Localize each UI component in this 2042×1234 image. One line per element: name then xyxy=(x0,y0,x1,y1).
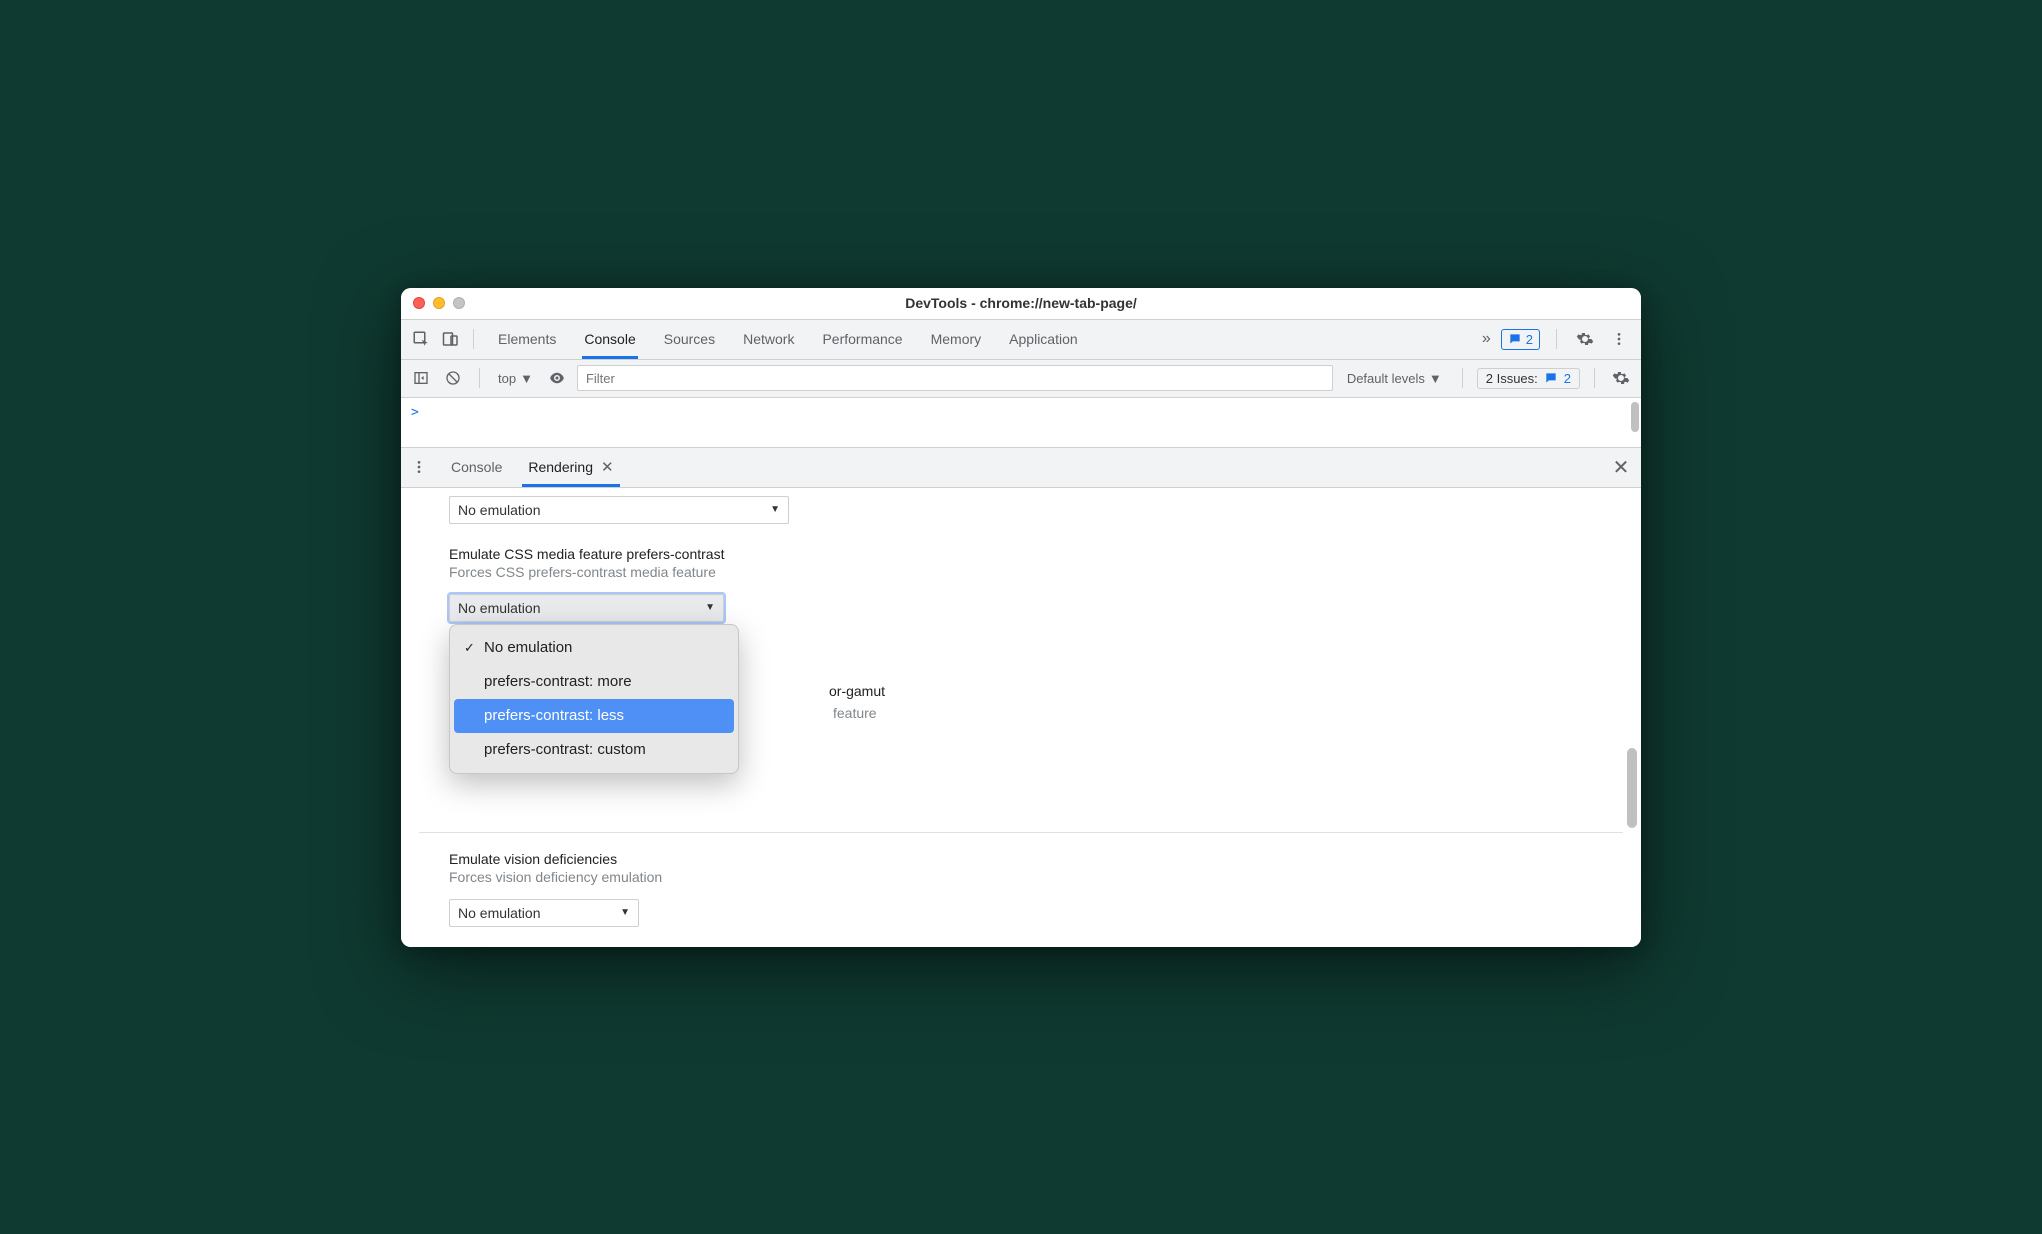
more-options-icon[interactable] xyxy=(1607,327,1631,351)
drawer-tabstrip: Console Rendering ✕ ✕ xyxy=(401,448,1641,488)
vision-deficiency-select[interactable]: No emulation ▼ xyxy=(449,899,639,927)
close-window-button[interactable] xyxy=(413,297,425,309)
drawer-tab-label: Rendering xyxy=(528,459,593,475)
console-settings-gear-icon[interactable] xyxy=(1609,366,1633,390)
message-icon xyxy=(1508,332,1522,346)
color-gamut-desc-partial: feature xyxy=(833,705,877,721)
divider xyxy=(1462,368,1463,388)
select-wrapper: No emulation ▼ xyxy=(449,899,1623,927)
divider xyxy=(473,329,474,349)
issues-label: 2 Issues: xyxy=(1486,371,1538,386)
message-icon xyxy=(1544,371,1558,385)
tab-console[interactable]: Console xyxy=(584,320,635,359)
section-divider xyxy=(419,832,1623,833)
tab-network[interactable]: Network xyxy=(743,320,794,359)
drawer-tab-console[interactable]: Console xyxy=(441,448,512,487)
select-wrapper: No emulation ▼ No emulation prefers-cont… xyxy=(449,594,1623,622)
rendering-pane: No emulation ▼ Emulate CSS media feature… xyxy=(401,488,1641,947)
tab-sources[interactable]: Sources xyxy=(664,320,715,359)
top-select-wrap: No emulation ▼ xyxy=(449,496,1623,524)
select-value: No emulation xyxy=(458,502,541,518)
drawer-tab-label: Console xyxy=(451,459,502,475)
window-controls xyxy=(413,297,465,309)
tab-elements[interactable]: Elements xyxy=(498,320,556,359)
prefers-contrast-dropdown: No emulation prefers-contrast: more pref… xyxy=(449,624,739,774)
drawer-more-icon[interactable] xyxy=(407,455,431,479)
scrollbar-thumb[interactable] xyxy=(1627,748,1637,828)
dropdown-option[interactable]: prefers-contrast: custom xyxy=(454,733,734,767)
prefers-contrast-select[interactable]: No emulation ▼ xyxy=(449,594,724,622)
main-tabs: Elements Console Sources Network Perform… xyxy=(482,320,1480,359)
settings-gear-icon[interactable] xyxy=(1573,327,1597,351)
dropdown-option[interactable]: prefers-contrast: less xyxy=(454,699,734,733)
select-value: No emulation xyxy=(458,600,541,616)
messages-count: 2 xyxy=(1526,332,1533,347)
issues-count: 2 xyxy=(1564,371,1571,386)
levels-label: Default levels xyxy=(1347,371,1425,386)
dropdown-caret-icon: ▼ xyxy=(770,504,780,515)
issues-badge[interactable]: 2 Issues: 2 xyxy=(1477,368,1580,389)
scrollbar-thumb[interactable] xyxy=(1631,402,1639,432)
dropdown-caret-icon: ▼ xyxy=(520,371,533,386)
console-prompt-icon: > xyxy=(411,405,419,420)
context-selector[interactable]: top ▼ xyxy=(494,371,537,386)
device-toolbar-icon[interactable] xyxy=(437,325,465,353)
dropdown-caret-icon: ▼ xyxy=(705,602,715,613)
section-description: Forces vision deficiency emulation xyxy=(449,869,1623,885)
section-description: Forces CSS prefers-contrast media featur… xyxy=(449,564,1623,580)
close-tab-icon[interactable]: ✕ xyxy=(601,458,614,476)
rendering-select[interactable]: No emulation ▼ xyxy=(449,496,789,524)
context-label: top xyxy=(498,371,516,386)
minimize-window-button[interactable] xyxy=(433,297,445,309)
main-tabstrip: Elements Console Sources Network Perform… xyxy=(401,320,1641,360)
divider xyxy=(479,368,480,388)
section-title: Emulate vision deficiencies xyxy=(449,851,1623,867)
tab-memory[interactable]: Memory xyxy=(931,320,982,359)
dropdown-option[interactable]: prefers-contrast: more xyxy=(454,665,734,699)
dropdown-caret-icon: ▼ xyxy=(620,907,630,918)
vision-deficiencies-section: Emulate vision deficiencies Forces visio… xyxy=(449,851,1623,927)
tab-application[interactable]: Application xyxy=(1009,320,1078,359)
clear-console-icon[interactable] xyxy=(441,366,465,390)
close-drawer-icon[interactable]: ✕ xyxy=(1607,453,1635,481)
titlebar: DevTools - chrome://new-tab-page/ xyxy=(401,288,1641,320)
devtools-window: DevTools - chrome://new-tab-page/ Elemen… xyxy=(401,288,1641,947)
more-tabs-chevron-icon[interactable]: » xyxy=(1482,330,1491,348)
live-expression-icon[interactable] xyxy=(545,366,569,390)
tab-performance[interactable]: Performance xyxy=(822,320,902,359)
window-title: DevTools - chrome://new-tab-page/ xyxy=(401,295,1641,311)
messages-badge[interactable]: 2 xyxy=(1501,329,1540,350)
color-gamut-title-partial: or-gamut xyxy=(829,683,885,699)
divider xyxy=(1594,368,1595,388)
console-toolbar: top ▼ Default levels ▼ 2 Issues: 2 xyxy=(401,360,1641,398)
dropdown-option[interactable]: No emulation xyxy=(454,631,734,665)
zoom-window-button[interactable] xyxy=(453,297,465,309)
console-body[interactable]: > xyxy=(401,398,1641,448)
dropdown-caret-icon: ▼ xyxy=(1429,371,1442,386)
toggle-sidebar-icon[interactable] xyxy=(409,366,433,390)
select-value: No emulation xyxy=(458,905,541,921)
inspect-element-icon[interactable] xyxy=(407,325,435,353)
divider xyxy=(1556,329,1557,349)
tabstrip-right: » 2 xyxy=(1482,327,1635,351)
prefers-contrast-section: Emulate CSS media feature prefers-contra… xyxy=(449,546,1623,622)
log-levels-selector[interactable]: Default levels ▼ xyxy=(1341,371,1448,386)
section-title: Emulate CSS media feature prefers-contra… xyxy=(449,546,1623,562)
drawer-tab-rendering[interactable]: Rendering ✕ xyxy=(518,448,623,487)
filter-input[interactable] xyxy=(577,365,1333,391)
